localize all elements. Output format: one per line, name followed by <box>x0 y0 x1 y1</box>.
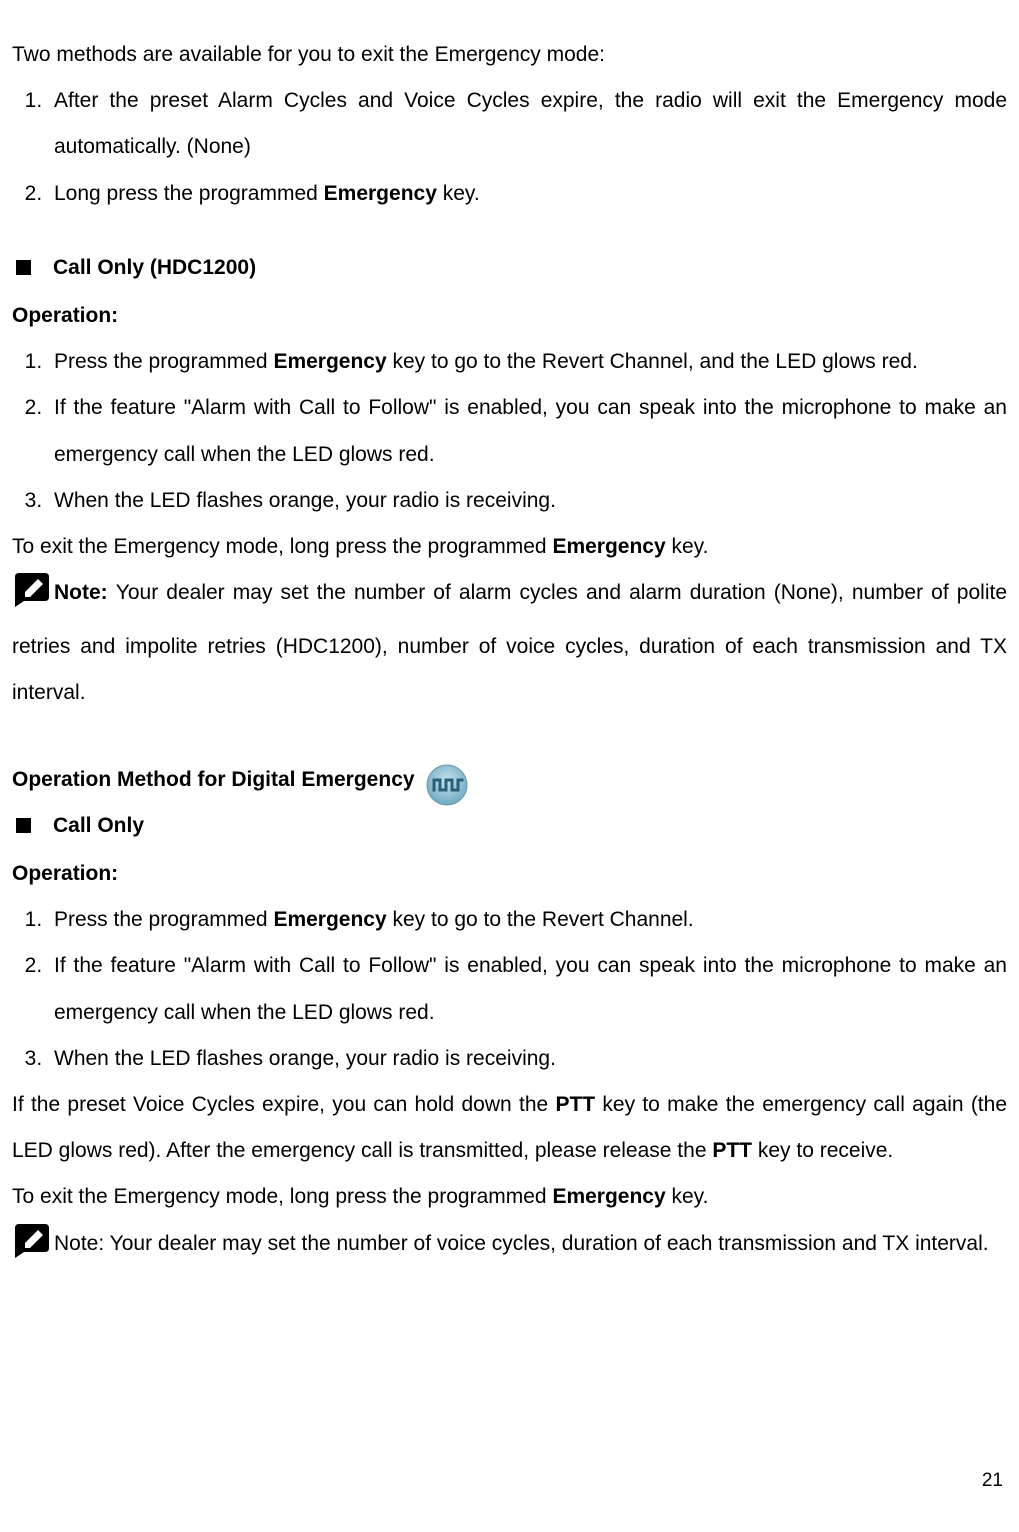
text: If the preset Voice Cycles expire, you c… <box>12 1093 555 1116</box>
section-title: Call Only (HDC1200) <box>53 245 256 291</box>
text: Press the programmed <box>54 908 273 931</box>
section-title: Call Only <box>53 803 144 849</box>
text: When the LED flashes orange, your radio … <box>54 489 556 512</box>
digital-section-header: Operation Method for Digital Emergency <box>12 757 1007 803</box>
exit-methods-list: After the preset Alarm Cycles and Voice … <box>12 78 1007 217</box>
bold-text: Emergency <box>273 908 386 931</box>
operation-label: Operation: <box>12 851 1007 897</box>
operation-list: Press the programmed Emergency key to go… <box>12 897 1007 1082</box>
list-item: Press the programmed Emergency key to go… <box>48 339 1007 385</box>
text: key to go to the Revert Channel, and the… <box>387 350 918 373</box>
text: Press the programmed <box>54 350 273 373</box>
header-text: Operation Method for Digital Emergency <box>12 757 415 803</box>
section-bullet: Call Only (HDC1200) <box>12 245 1007 291</box>
note-text: Note: Your dealer may set the number of … <box>54 1232 989 1255</box>
text: After the preset Alarm Cycles and Voice … <box>54 89 1007 158</box>
note-label: Note: <box>54 581 116 604</box>
text: To exit the Emergency mode, long press t… <box>12 535 552 558</box>
ptt-paragraph: If the preset Voice Cycles expire, you c… <box>12 1082 1007 1174</box>
list-item: When the LED flashes orange, your radio … <box>48 478 1007 524</box>
list-item: Long press the programmed Emergency key. <box>48 171 1007 217</box>
text: Long press the programmed <box>54 182 324 205</box>
square-bullet-icon <box>16 818 31 833</box>
section-bullet: Call Only <box>12 803 1007 849</box>
note-paragraph: Note: Your dealer may set the number of … <box>12 570 1007 717</box>
note-text: Your dealer may set the number of alarm … <box>12 581 1007 704</box>
bold-text: Emergency <box>552 1185 665 1208</box>
bold-text: Emergency <box>273 350 386 373</box>
text: key. <box>666 535 709 558</box>
digital-signal-icon <box>425 763 469 807</box>
text: When the LED flashes orange, your radio … <box>54 1047 556 1070</box>
text: If the feature "Alarm with Call to Follo… <box>54 396 1007 465</box>
list-item: After the preset Alarm Cycles and Voice … <box>48 78 1007 170</box>
text: To exit the Emergency mode, long press t… <box>12 1185 552 1208</box>
text: key to receive. <box>752 1139 893 1162</box>
page: Two methods are available for you to exi… <box>0 0 1019 1532</box>
text: key. <box>437 182 480 205</box>
note-icon <box>12 1224 52 1275</box>
operation-list: Press the programmed Emergency key to go… <box>12 339 1007 524</box>
bold-text: Emergency <box>324 182 437 205</box>
list-item: If the feature "Alarm with Call to Follo… <box>48 943 1007 1035</box>
intro-paragraph: Two methods are available for you to exi… <box>12 32 1007 78</box>
list-item: If the feature "Alarm with Call to Follo… <box>48 385 1007 477</box>
exit-instruction: To exit the Emergency mode, long press t… <box>12 524 1007 570</box>
operation-label: Operation: <box>12 293 1007 339</box>
text: key to go to the Revert Channel. <box>387 908 694 931</box>
note-icon <box>12 573 52 624</box>
note-paragraph: Note: Your dealer may set the number of … <box>12 1221 1007 1275</box>
exit-instruction: To exit the Emergency mode, long press t… <box>12 1174 1007 1220</box>
square-bullet-icon <box>16 260 31 275</box>
bold-text: Emergency <box>552 535 665 558</box>
list-item: When the LED flashes orange, your radio … <box>48 1036 1007 1082</box>
list-item: Press the programmed Emergency key to go… <box>48 897 1007 943</box>
bold-text: PTT <box>555 1093 595 1116</box>
text: key. <box>666 1185 709 1208</box>
text: If the feature "Alarm with Call to Follo… <box>54 954 1007 1023</box>
page-number: 21 <box>982 1460 1003 1502</box>
bold-text: PTT <box>712 1139 752 1162</box>
